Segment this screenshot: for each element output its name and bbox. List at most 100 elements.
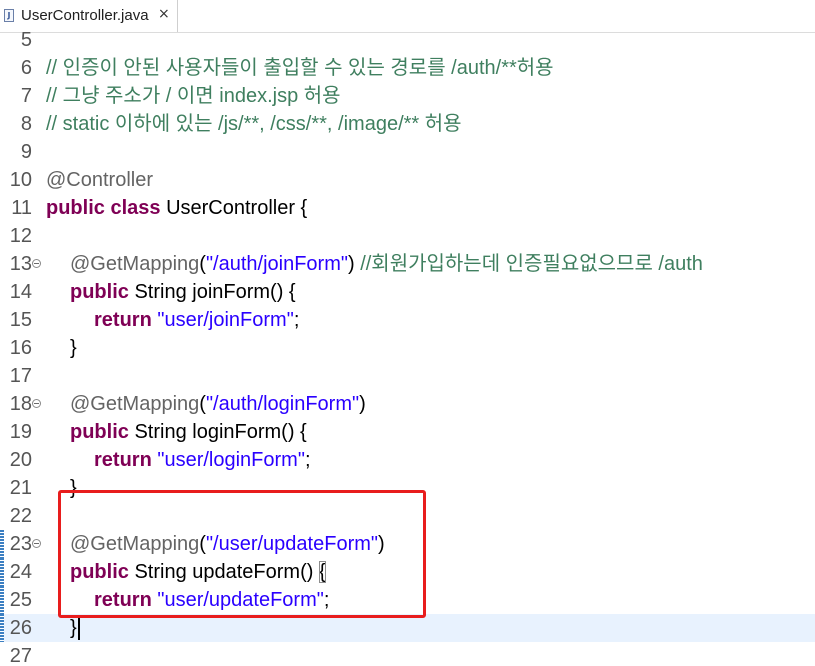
code-token: ) <box>359 393 366 415</box>
code-line[interactable]: 27 <box>0 642 815 666</box>
code-line[interactable]: 16} <box>0 334 815 362</box>
string-token: "/user/updateForm" <box>205 533 378 555</box>
code-line[interactable]: 5 <box>0 26 815 54</box>
code-line-text: public String joinForm() { <box>70 278 296 306</box>
line-number: 14 <box>9 281 32 303</box>
line-number: 15 <box>9 309 32 331</box>
code-line-text: public String loginForm() { <box>70 418 307 446</box>
keyword-token: return <box>94 449 152 471</box>
line-number: 11 <box>11 197 32 219</box>
collapse-fold-icon[interactable] <box>32 259 41 268</box>
line-number: 12 <box>9 225 32 247</box>
code-line-text: // 그냥 주소가 / 이면 index.jsp 허용 <box>46 82 341 110</box>
close-icon[interactable]: × <box>158 6 170 22</box>
keyword-token: public <box>70 281 129 303</box>
code-line[interactable]: 8 // static 이하에 있는 /js/**, /css/**, /imag… <box>0 110 815 138</box>
code-token: String updateForm() <box>128 561 319 583</box>
code-line-text: // 인증이 안된 사용자들이 출입할 수 있는 경로를 /auth/**허용 <box>46 54 554 82</box>
code-line-text: public String updateForm() { <box>70 558 326 586</box>
code-line-text: @GetMapping("/auth/joinForm") //회원가입하는데 … <box>70 250 703 278</box>
comment-token: // 인증이 안된 사용자들이 출입할 수 있는 경로를 /auth/**허용 <box>46 57 554 79</box>
code-line[interactable]: 23 @GetMapping("/user/updateForm") <box>0 530 815 558</box>
line-number: 7 <box>20 85 32 107</box>
code-token: } <box>70 337 77 359</box>
code-line[interactable]: 22 <box>0 502 815 530</box>
code-line-text: @GetMapping("/auth/loginForm") <box>70 390 366 418</box>
line-number: 25 <box>9 589 32 611</box>
code-line[interactable]: 13 @GetMapping("/auth/joinForm") //회원가입하는… <box>0 250 815 278</box>
annotation-token: @GetMapping <box>70 533 200 555</box>
code-line[interactable]: 24 public String updateForm() { <box>0 558 815 586</box>
comment-token: //회원가입하는데 인증필요없으므로 /auth <box>360 253 703 275</box>
string-token: "/auth/loginForm" <box>205 393 360 415</box>
code-line[interactable]: 17 <box>0 362 815 390</box>
code-line-text: // static 이하에 있는 /js/**, /css/**, /image… <box>46 110 462 138</box>
code-token: ( <box>199 253 206 275</box>
code-line[interactable]: 19 public String loginForm() { <box>0 418 815 446</box>
text-caret <box>77 617 80 640</box>
code-line[interactable]: 25 return "user/updateForm"; <box>0 586 815 614</box>
code-token: UserController { <box>160 197 308 219</box>
annotation-token: @GetMapping <box>70 393 200 415</box>
code-line[interactable]: 7 // 그냥 주소가 / 이면 index.jsp 허용 <box>0 82 815 110</box>
annotation-token: @GetMapping <box>70 253 200 275</box>
code-line[interactable]: 6 // 인증이 안된 사용자들이 출입할 수 있는 경로를 /auth/**허용 <box>0 54 815 82</box>
line-number: 9 <box>20 141 32 163</box>
keyword-token: class <box>110 197 161 219</box>
code-line[interactable]: 21} <box>0 474 815 502</box>
string-token: "user/loginForm" <box>157 449 305 471</box>
code-token: ( <box>199 533 206 555</box>
tab-file-name: UserController.java <box>21 7 149 24</box>
code-line[interactable]: 11 public class UserController { <box>0 194 815 222</box>
line-number: 19 <box>9 421 32 443</box>
code-token: String joinForm() { <box>128 281 296 303</box>
code-token: ) <box>347 253 361 275</box>
line-number: 5 <box>20 29 32 51</box>
java-file-icon: J <box>4 9 14 22</box>
code-line[interactable]: 14 public String joinForm() { <box>0 278 815 306</box>
line-number: 17 <box>9 365 32 387</box>
string-token: "user/joinForm" <box>157 309 294 331</box>
line-number: 13 <box>9 253 32 275</box>
keyword-token: public <box>46 197 105 219</box>
matching-bracket: { <box>318 561 326 583</box>
code-line-text: return "user/updateForm"; <box>94 586 329 614</box>
collapse-fold-icon[interactable] <box>32 539 41 548</box>
code-token: ; <box>304 449 311 471</box>
code-token: ) <box>378 533 385 555</box>
code-text-area[interactable]: 5 6 // 인증이 안된 사용자들이 출입할 수 있는 경로를 /auth/**허… <box>0 29 815 666</box>
comment-token: // static 이하에 있는 /js/**, /css/**, /image… <box>46 113 462 135</box>
code-line-text: public class UserController { <box>46 194 307 222</box>
code-line-text: @Controller <box>46 166 153 194</box>
line-number: 16 <box>9 337 32 359</box>
line-number: 23 <box>9 533 32 555</box>
code-token: String loginForm() { <box>128 421 307 443</box>
line-number: 21 <box>9 477 32 499</box>
annotation-token: @Controller <box>46 169 154 191</box>
line-number: 6 <box>20 57 32 79</box>
keyword-token: public <box>70 421 129 443</box>
code-line-text: return "user/loginForm"; <box>94 446 311 474</box>
code-line-text: } <box>70 334 77 362</box>
code-line[interactable]: 15 return "user/joinForm"; <box>0 306 815 334</box>
line-number: 18 <box>9 393 32 415</box>
code-line[interactable]: 18 @GetMapping("/auth/loginForm") <box>0 390 815 418</box>
line-number: 24 <box>9 561 32 583</box>
line-number: 27 <box>9 645 32 666</box>
keyword-token: return <box>94 309 152 331</box>
keyword-token: return <box>94 589 152 611</box>
code-line[interactable]: 9 <box>0 138 815 166</box>
line-number: 20 <box>9 449 32 471</box>
comment-token: // 그냥 주소가 / 이면 index.jsp 허용 <box>46 85 341 107</box>
code-line[interactable]: 20 return "user/loginForm"; <box>0 446 815 474</box>
code-token: } <box>70 477 77 499</box>
keyword-token: public <box>70 561 129 583</box>
code-line-text: @GetMapping("/user/updateForm") <box>70 530 385 558</box>
code-token: ; <box>293 309 300 331</box>
code-line[interactable]: 26} <box>0 614 815 642</box>
code-line-text: return "user/joinForm"; <box>94 306 299 334</box>
code-line[interactable]: 12 <box>0 222 815 250</box>
collapse-fold-icon[interactable] <box>32 399 41 408</box>
code-line-text: } <box>70 614 80 642</box>
code-line[interactable]: 10 @Controller <box>0 166 815 194</box>
